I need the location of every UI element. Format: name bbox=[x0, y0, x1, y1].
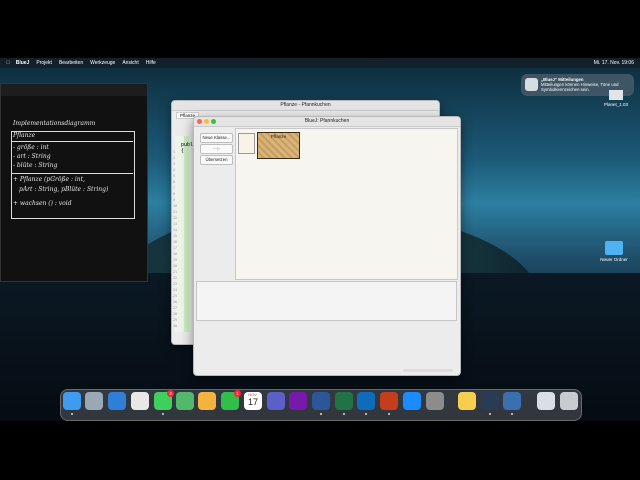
scope-highlight bbox=[184, 136, 189, 332]
teams-icon[interactable] bbox=[267, 392, 285, 410]
maps-icon[interactable] bbox=[176, 392, 194, 410]
running-indicator bbox=[511, 413, 513, 415]
zoom-icon[interactable] bbox=[211, 119, 216, 124]
line-number: 30 bbox=[173, 324, 177, 328]
running-indicator bbox=[71, 413, 73, 415]
notes-class-name: Pflanze bbox=[13, 132, 36, 139]
photos-icon[interactable] bbox=[198, 392, 216, 410]
running-indicator bbox=[489, 413, 491, 415]
excel-icon[interactable] bbox=[335, 392, 353, 410]
object-bench[interactable] bbox=[196, 281, 457, 321]
line-numbers: 1 2 3 4 5 6 7 8 9 10 11 12 13 14 15 16 17 18 19 20 21 22 23 24 2… bbox=[173, 149, 177, 329]
outlook-icon[interactable] bbox=[357, 392, 375, 410]
progress-indicator bbox=[403, 369, 453, 372]
editor-title: Pflanze - Pfannkuchen bbox=[172, 101, 439, 111]
menu-ansicht[interactable]: Ansicht bbox=[122, 60, 138, 66]
running-indicator bbox=[162, 413, 164, 415]
finder-icon[interactable] bbox=[63, 392, 81, 410]
readme-icon[interactable] bbox=[238, 133, 255, 154]
bluej-icon[interactable] bbox=[481, 392, 499, 410]
window-controls bbox=[197, 119, 216, 124]
notes-divider bbox=[11, 173, 133, 174]
calendar-icon[interactable]: NOV. 17 bbox=[244, 392, 262, 410]
folder-icon bbox=[605, 241, 623, 255]
notes-icon[interactable] bbox=[458, 392, 476, 410]
chrome-icon[interactable] bbox=[131, 392, 149, 410]
code-line-2[interactable]: { bbox=[181, 148, 193, 154]
menu-clock[interactable]: Mi. 17. Nov. 19:06 bbox=[594, 60, 634, 66]
desktop-file[interactable]: Planet_1.03 bbox=[598, 90, 634, 107]
notes-divider bbox=[11, 141, 133, 142]
messages-icon[interactable]: 3 bbox=[154, 390, 174, 410]
file-icon bbox=[609, 90, 623, 100]
menu-projekt[interactable]: Projekt bbox=[36, 60, 52, 66]
menu-hilfe[interactable]: Hilfe bbox=[146, 60, 156, 66]
compile-button[interactable]: Übersetzen bbox=[200, 155, 233, 165]
apple-icon[interactable]:  bbox=[6, 60, 10, 66]
desktop-folder[interactable]: Neuer Ordner bbox=[594, 241, 634, 262]
running-indicator bbox=[320, 413, 322, 415]
close-icon[interactable] bbox=[197, 119, 202, 124]
calendar-day: 17 bbox=[247, 397, 258, 407]
messages-badge: 3 bbox=[167, 390, 174, 397]
bluej-notification-icon bbox=[525, 78, 538, 91]
running-indicator bbox=[365, 413, 367, 415]
desktop:  BlueJ Projekt Bearbeiten Werkzeuge Ans… bbox=[0, 58, 640, 421]
notes-method-1: + Pflanze (pGröße : int, bbox=[13, 176, 85, 183]
powerpoint-icon[interactable] bbox=[380, 392, 398, 410]
menu-werkzeuge[interactable]: Werkzeuge bbox=[90, 60, 115, 66]
downloads-icon[interactable] bbox=[537, 392, 555, 410]
minimize-icon[interactable] bbox=[204, 119, 209, 124]
running-indicator bbox=[388, 413, 390, 415]
inherit-arrow-button[interactable]: ---▷ bbox=[200, 144, 233, 154]
bluej-main-window[interactable]: BlueJ: Pfannkuchen bbox=[193, 116, 461, 376]
notes-method-3: + wachsen () : void bbox=[13, 200, 72, 207]
notes-method-2: pArt : String, pBlüte : String) bbox=[19, 186, 109, 193]
desktop-file-label: Planet_1.03 bbox=[603, 102, 629, 107]
app-store-icon[interactable] bbox=[403, 392, 421, 410]
facetime-badge: 1 bbox=[234, 390, 241, 397]
word-icon[interactable] bbox=[312, 392, 330, 410]
main-title: BlueJ: Pfannkuchen bbox=[194, 117, 460, 127]
launchpad-icon[interactable] bbox=[85, 392, 103, 410]
xcode-icon[interactable] bbox=[503, 392, 521, 410]
menu-bearbeiten[interactable]: Bearbeiten bbox=[59, 60, 83, 66]
notes-heading: Implementationsdiagramm bbox=[13, 120, 96, 127]
notes-attr-1: - größe : int bbox=[13, 144, 49, 151]
trash-icon[interactable] bbox=[560, 392, 578, 410]
menu-app[interactable]: BlueJ bbox=[16, 60, 30, 66]
notes-toolbar bbox=[1, 84, 147, 96]
class-box-pflanze[interactable]: Pflanze bbox=[257, 132, 300, 159]
notes-attr-2: - art : String bbox=[13, 153, 51, 160]
new-class-button[interactable]: Neue Klasse... bbox=[200, 133, 233, 143]
system-preferences-icon[interactable] bbox=[426, 392, 444, 410]
menu-bar:  BlueJ Projekt Bearbeiten Werkzeuge Ans… bbox=[0, 58, 640, 68]
facetime-icon[interactable]: 1 bbox=[221, 390, 241, 410]
notes-window[interactable]: Implementationsdiagramm Pflanze - größe … bbox=[0, 83, 148, 282]
running-indicator bbox=[343, 413, 345, 415]
onenote-icon[interactable] bbox=[289, 392, 307, 410]
desktop-folder-label: Neuer Ordner bbox=[600, 257, 628, 262]
safari-icon[interactable] bbox=[108, 392, 126, 410]
code-area: publ { bbox=[181, 142, 193, 154]
notes-attr-3: - blüte : String bbox=[13, 162, 58, 169]
class-box-label: Pflanze bbox=[270, 134, 287, 139]
